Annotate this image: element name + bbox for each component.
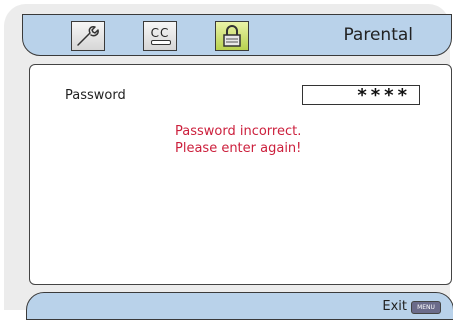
page-title: Parental	[343, 25, 413, 45]
error-message-line2: Please enter again!	[175, 141, 302, 156]
menu-key-icon[interactable]: MENU	[411, 301, 441, 314]
password-label: Password	[65, 88, 126, 103]
osd-window: CC Parental Password **** Password incor…	[4, 4, 453, 320]
exit-label: Exit	[382, 299, 407, 314]
wrench-icon[interactable]	[71, 21, 105, 51]
cc-bar-shape	[151, 40, 171, 45]
error-message-line1: Password incorrect.	[175, 124, 302, 139]
tab-bar: CC Parental	[22, 14, 452, 56]
closed-caption-icon[interactable]: CC	[143, 21, 177, 51]
lock-icon[interactable]	[215, 21, 249, 51]
content-panel: Password **** Password incorrect. Please…	[29, 64, 452, 285]
password-field[interactable]: ****	[302, 85, 420, 106]
cc-label: CC	[150, 26, 170, 40]
footer-bar: Exit MENU	[26, 292, 453, 320]
